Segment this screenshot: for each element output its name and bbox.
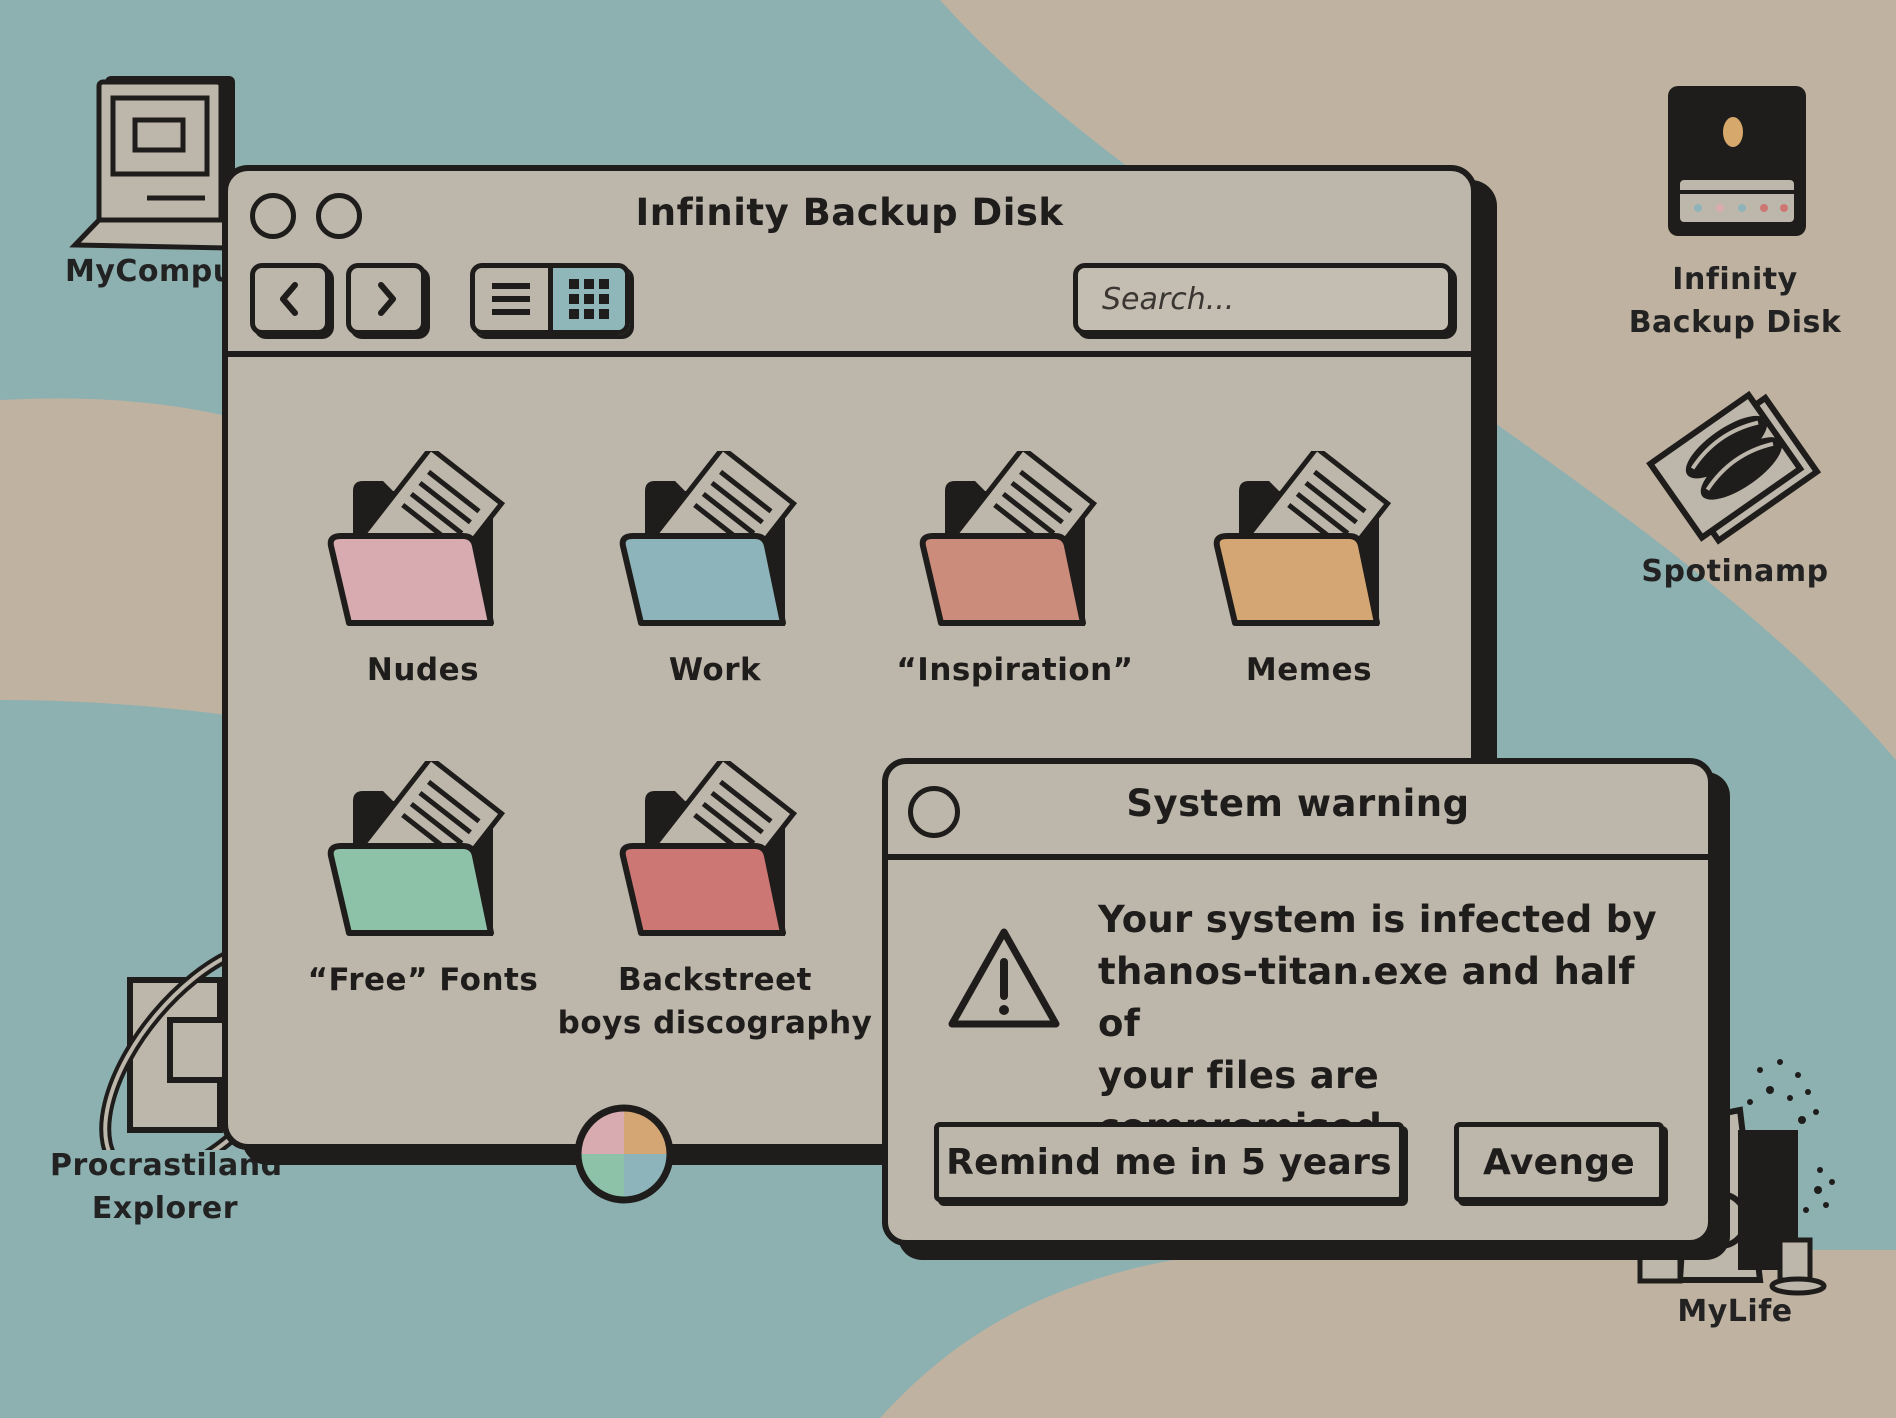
folder-label: Backstreet boys discography bbox=[550, 959, 880, 1045]
remind-later-button[interactable]: Remind me in 5 years bbox=[934, 1122, 1404, 1202]
desktop-icon-label: MyCompu bbox=[65, 254, 235, 289]
window-titlebar[interactable]: Infinity Backup Disk bbox=[228, 171, 1471, 357]
folder-inspiration[interactable]: “Inspiration” bbox=[870, 451, 1160, 692]
folder-icon bbox=[619, 451, 798, 626]
folder-backstreet-boys[interactable]: Backstreet boys discography bbox=[550, 761, 880, 1045]
search-field[interactable] bbox=[1073, 263, 1453, 335]
list-view-button[interactable] bbox=[475, 268, 548, 330]
music-player-icon bbox=[1646, 390, 1822, 545]
dialog-message-line: Your system is infected by bbox=[1098, 898, 1657, 941]
dialog-title: System warning bbox=[1126, 782, 1470, 825]
folder-nudes[interactable]: Nudes bbox=[278, 451, 568, 692]
desktop-icon-label: Infinity Backup Disk bbox=[1628, 262, 1842, 340]
chevron-left-icon bbox=[280, 282, 298, 316]
folder-memes[interactable]: Memes bbox=[1164, 451, 1454, 692]
desktop-icon-label: MyLife bbox=[1677, 1294, 1793, 1329]
folder-label: Work bbox=[668, 652, 762, 688]
chevron-right-icon bbox=[378, 282, 396, 316]
desktop-icon-spotinamp[interactable]: Spotinamp bbox=[1630, 378, 1840, 593]
folder-icon bbox=[327, 761, 506, 936]
desktop-icon-label-line: Procrastiland Explorer bbox=[50, 1148, 283, 1226]
loading-spinner-icon bbox=[574, 1104, 674, 1204]
warning-icon bbox=[948, 928, 1060, 1028]
dialog-titlebar[interactable]: System warning bbox=[888, 764, 1708, 860]
folder-label: Nudes bbox=[366, 652, 480, 688]
search-input[interactable] bbox=[1078, 268, 1448, 330]
folder-label-line: boys discography bbox=[557, 1005, 873, 1041]
folder-icon bbox=[919, 451, 1098, 626]
computer-icon bbox=[69, 76, 235, 251]
desktop-icon-backup-disk[interactable]: Infinity Backup Disk bbox=[1610, 80, 1860, 344]
list-icon bbox=[492, 283, 531, 315]
window-title: Infinity Backup Disk bbox=[635, 191, 1064, 234]
folder-label: “Inspiration” bbox=[896, 652, 1134, 688]
back-button[interactable] bbox=[250, 263, 330, 335]
dialog-message: Your system is infected by thanos-titan.… bbox=[1098, 894, 1658, 1154]
folder-icon bbox=[327, 451, 506, 626]
forward-button[interactable] bbox=[346, 263, 426, 335]
desktop: MyCompu Infinity Backup Disk Spotinamp P… bbox=[0, 0, 1896, 1418]
folder-icon bbox=[619, 761, 798, 936]
system-warning-dialog: System warning Your system is infected b… bbox=[882, 758, 1714, 1246]
folder-label: Memes bbox=[1245, 652, 1373, 688]
avenge-button[interactable]: Avenge bbox=[1454, 1122, 1664, 1202]
desktop-icon-label: Spotinamp bbox=[1641, 554, 1829, 589]
disk-drive-icon bbox=[1668, 86, 1806, 236]
folder-icon bbox=[1213, 451, 1392, 626]
folder-free-fonts[interactable]: “Free” Fonts bbox=[278, 761, 568, 1002]
dialog-message-line: thanos-titan.exe and half of bbox=[1098, 950, 1635, 1045]
grid-icon bbox=[568, 279, 609, 319]
folder-work[interactable]: Work bbox=[570, 451, 860, 692]
grid-view-button[interactable] bbox=[547, 268, 625, 330]
folder-label-line: Backstreet bbox=[618, 962, 812, 998]
desktop-icon-mycomputer[interactable]: MyCompu bbox=[55, 70, 245, 293]
folder-label: “Free” Fonts bbox=[307, 962, 539, 998]
view-toggle bbox=[470, 263, 630, 335]
